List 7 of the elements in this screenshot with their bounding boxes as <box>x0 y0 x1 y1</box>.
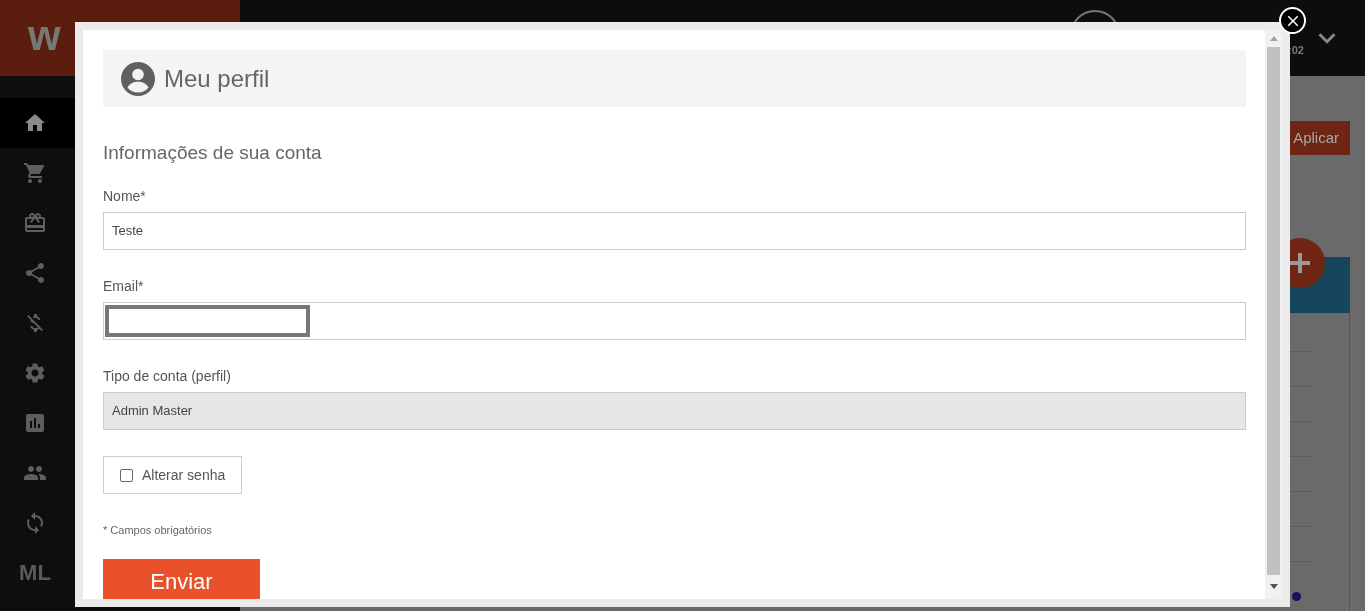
field-label: Tipo de conta (perfil) <box>103 367 232 386</box>
field-label: Email* <box>103 277 145 296</box>
field-label: Nome* <box>103 187 147 206</box>
required-note: * Campos obrigatórios <box>103 523 213 538</box>
section-title: Informações de sua conta <box>103 141 323 165</box>
clock-text: :02 <box>1288 44 1304 56</box>
modal-title: Meu perfil <box>164 64 270 93</box>
